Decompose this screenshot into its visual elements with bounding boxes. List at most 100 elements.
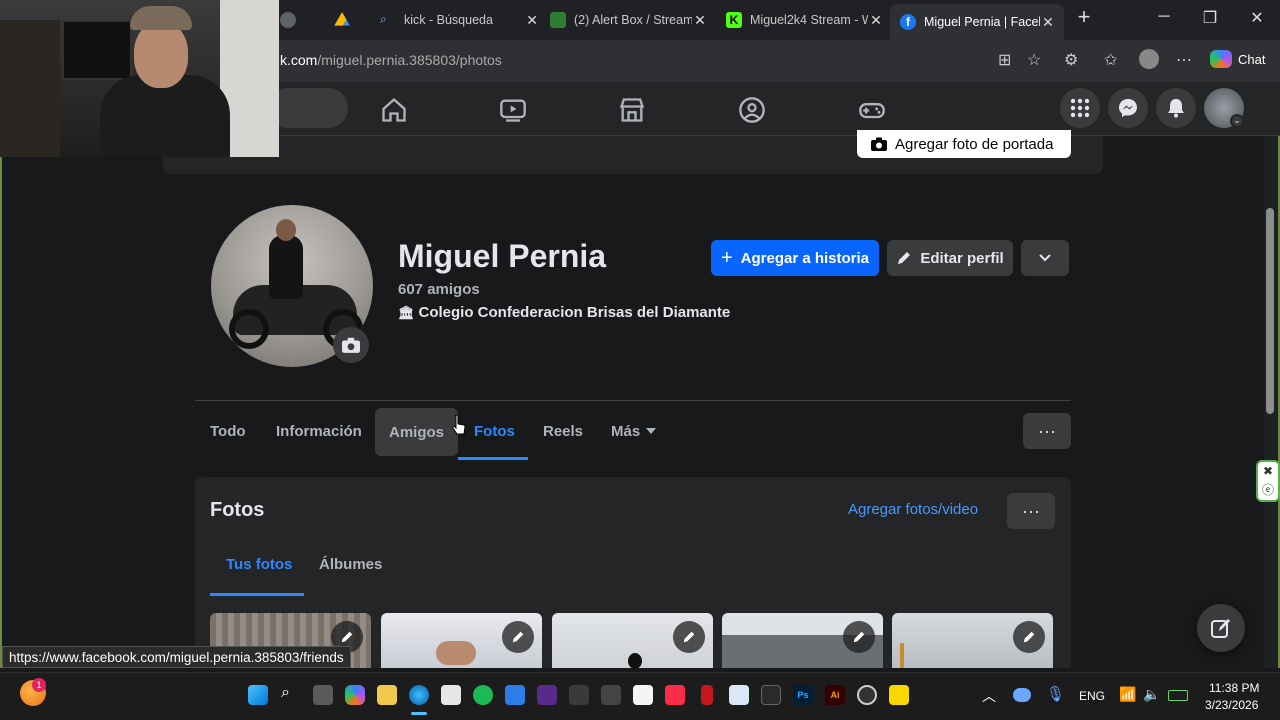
task-view-icon[interactable] — [313, 685, 333, 705]
friends-count-link[interactable]: 607 amigos — [398, 281, 480, 298]
photo-thumbnail[interactable] — [552, 613, 713, 668]
tab-alert-box[interactable]: (2) Alert Box / Streaml ✕ — [550, 6, 708, 34]
app-icon[interactable] — [761, 685, 781, 705]
tab-pinned-drive[interactable] — [334, 6, 364, 34]
illustrator-icon[interactable]: Ai — [825, 685, 845, 705]
edit-photo-button[interactable] — [502, 621, 534, 653]
school-name[interactable]: Colegio Confederacion Brisas del Diamant… — [419, 304, 731, 321]
photos-more-button[interactable]: ··· — [1007, 493, 1055, 529]
active-tab-indicator — [458, 457, 528, 460]
copilot-chat-button[interactable]: Chat — [1210, 50, 1265, 68]
extensions-icon[interactable]: ⚙ — [1064, 50, 1078, 70]
sticky-notes-icon[interactable] — [889, 685, 909, 705]
groups-icon[interactable] — [738, 96, 766, 124]
add-photos-video-link[interactable]: Agregar fotos/video — [848, 501, 978, 518]
new-tab-button[interactable]: + — [1072, 4, 1096, 30]
tab-pinned-1[interactable] — [280, 6, 320, 34]
wifi-icon[interactable]: 📶 — [1119, 686, 1136, 703]
start-windows-icon[interactable] — [248, 685, 268, 705]
profile-more-button[interactable] — [1021, 240, 1069, 276]
chevron-down-icon[interactable]: ⌄ — [1230, 114, 1244, 128]
store-icon[interactable] — [441, 685, 461, 705]
language-indicator[interactable]: ENG — [1079, 689, 1105, 703]
add-to-story-button[interactable]: + Agregar a historia — [711, 240, 879, 276]
url-domain: k.com — [280, 52, 318, 68]
video-icon[interactable] — [499, 96, 527, 124]
tab-label: Miguel2k4 Stream - W — [750, 13, 874, 27]
profile-tabs-more-button[interactable]: ··· — [1023, 413, 1071, 449]
edit-photo-button[interactable] — [1013, 621, 1045, 653]
messenger-button[interactable] — [1108, 88, 1148, 128]
caret-down-icon — [646, 428, 657, 434]
tab-reels[interactable]: Reels — [529, 408, 597, 454]
photo-thumbnail[interactable] — [381, 613, 542, 668]
file-explorer-icon[interactable] — [377, 685, 397, 705]
app-available-icon[interactable]: ⊞ — [998, 50, 1011, 70]
photoshop-icon[interactable]: Ps — [793, 685, 813, 705]
app-icon[interactable] — [701, 685, 713, 705]
shield-icon — [280, 12, 296, 28]
add-cover-photo-button[interactable]: Agregar foto de portada — [857, 130, 1071, 158]
search-icon[interactable]: ⌕ — [281, 684, 290, 702]
update-profile-picture-button[interactable] — [333, 327, 369, 363]
close-icon[interactable]: ✖ — [1263, 464, 1273, 478]
restore-button[interactable]: ❐ — [1198, 8, 1222, 28]
security-icon[interactable] — [505, 685, 525, 705]
edge-browser-icon[interactable] — [409, 685, 429, 705]
tab-kick-stream[interactable]: K Miguel2k4 Stream - W ✕ — [726, 6, 884, 34]
close-icon[interactable]: ✕ — [526, 12, 538, 29]
close-icon[interactable]: ✕ — [868, 12, 884, 29]
pencil-icon — [512, 631, 524, 643]
subtab-albums[interactable]: Álbumes — [319, 556, 382, 573]
tab-todo[interactable]: Todo — [196, 408, 260, 454]
music-icon[interactable] — [665, 685, 685, 705]
tab-mas[interactable]: Más — [597, 408, 670, 454]
volume-icon[interactable]: 🔈 — [1143, 686, 1160, 703]
photos-title: Fotos — [210, 499, 265, 521]
minimize-button[interactable]: ─ — [1152, 8, 1176, 26]
clock-date[interactable]: 3/23/2026 — [1205, 698, 1258, 712]
gaming-icon[interactable] — [858, 96, 886, 124]
extension-widget[interactable]: ✖ ⓔ — [1256, 460, 1280, 502]
spotify-icon[interactable] — [473, 685, 493, 705]
favorites-icon[interactable]: ✩ — [1104, 50, 1117, 70]
app-icon[interactable] — [601, 685, 621, 705]
more-options-icon[interactable]: ⋯ — [1176, 50, 1192, 70]
window-close-button[interactable]: ✕ — [1245, 8, 1269, 28]
notifications-button[interactable] — [1156, 88, 1196, 128]
tab-kick-search[interactable]: ⌕ kick - Búsqueda ✕ — [380, 6, 538, 34]
tab-amigos[interactable]: Amigos — [375, 408, 459, 456]
battery-icon[interactable] — [1168, 690, 1188, 701]
home-icon[interactable] — [380, 96, 408, 124]
edit-profile-button[interactable]: Editar perfil — [887, 240, 1013, 276]
tab-fotos[interactable]: Fotos — [460, 408, 529, 454]
scrollbar-thumb[interactable] — [1266, 208, 1274, 414]
menu-grid-button[interactable] — [1060, 88, 1100, 128]
marketplace-icon[interactable] — [618, 96, 646, 124]
address-bar[interactable]: k.com/miguel.pernia.385803/photos — [280, 52, 502, 68]
chevron-up-icon[interactable]: ︿ — [982, 686, 996, 706]
tab-informacion[interactable]: Información — [262, 408, 376, 454]
edit-photo-button[interactable] — [673, 621, 705, 653]
microphone-icon[interactable]: 🎙 — [1046, 685, 1065, 703]
search-input[interactable] — [268, 88, 348, 128]
edge-icon[interactable]: ⓔ — [1262, 481, 1274, 498]
app-icon[interactable] — [537, 685, 557, 705]
close-icon[interactable]: ✕ — [1040, 14, 1056, 31]
close-icon[interactable]: ✕ — [692, 12, 708, 29]
photo-thumbnail[interactable] — [892, 613, 1053, 668]
obs-icon[interactable] — [857, 685, 877, 705]
cloud-icon[interactable] — [1013, 688, 1031, 702]
new-message-button[interactable] — [1197, 604, 1245, 652]
calculator-icon[interactable] — [729, 685, 749, 705]
edit-photo-button[interactable] — [843, 621, 875, 653]
clock-time[interactable]: 11:38 PM — [1209, 681, 1259, 695]
notepad-icon[interactable] — [633, 685, 653, 705]
subtab-your-photos[interactable]: Tus fotos — [226, 556, 292, 573]
tab-facebook[interactable]: f Miguel Pernia | Facebo ✕ — [890, 4, 1064, 40]
copilot-icon[interactable] — [345, 685, 365, 705]
photo-thumbnail[interactable] — [722, 613, 883, 668]
app-icon[interactable] — [569, 685, 589, 705]
profile-icon[interactable] — [1139, 49, 1159, 69]
favorite-star-icon[interactable]: ☆ — [1027, 50, 1041, 70]
